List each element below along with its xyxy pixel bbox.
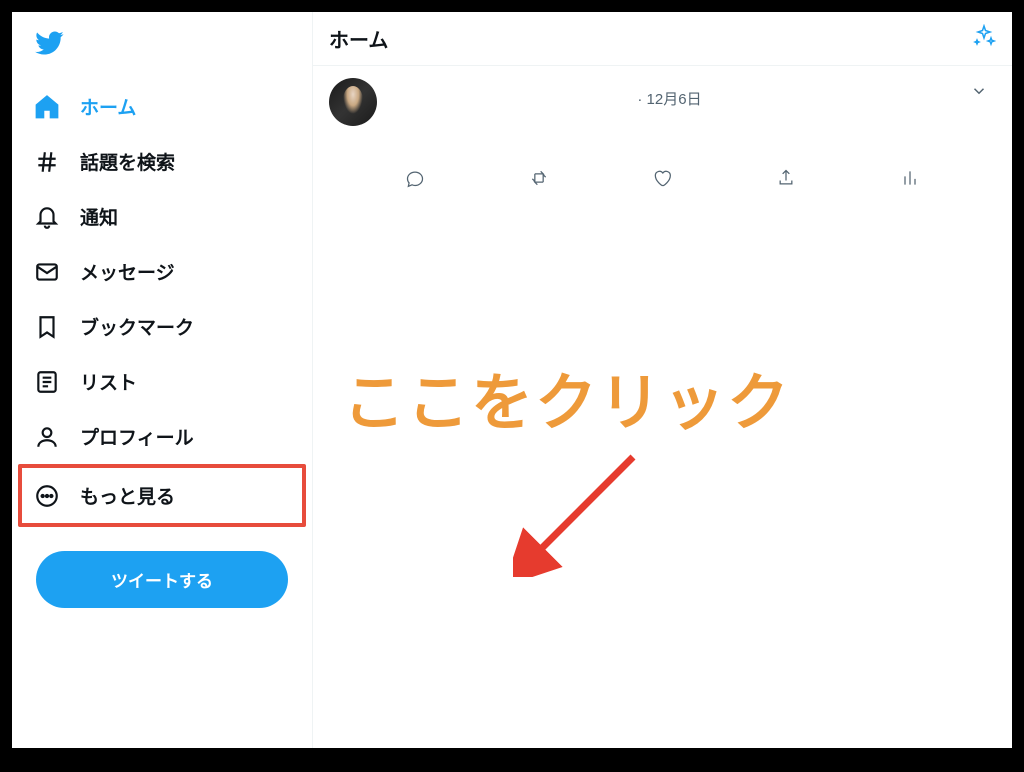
timeline-header: ホーム (313, 12, 1012, 66)
sidebar-item-label: ブックマーク (80, 313, 194, 340)
sidebar-item-label: ホーム (80, 93, 136, 120)
retweet-icon[interactable] (529, 168, 549, 188)
share-icon[interactable] (776, 168, 796, 188)
avatar[interactable] (329, 78, 377, 126)
like-icon[interactable] (652, 168, 672, 188)
tweet-button[interactable]: ツイートする (36, 551, 288, 608)
tweet-date: · 12月6日 (389, 78, 950, 109)
tweet-actions (313, 138, 1012, 202)
tweet-caret-icon[interactable] (962, 78, 996, 109)
sidebar-item-label: もっと見る (80, 482, 175, 509)
sidebar-item-bookmarks[interactable]: ブックマーク (22, 299, 302, 354)
sidebar-item-home[interactable]: ホーム (22, 79, 302, 134)
sidebar-item-explore[interactable]: 話題を検索 (22, 134, 302, 189)
sidebar-item-notifications[interactable]: 通知 (22, 189, 302, 244)
tweet-item[interactable]: · 12月6日 (313, 66, 1012, 138)
sidebar-item-label: リスト (80, 368, 137, 395)
annotation-text: ここをクリック (343, 352, 791, 442)
annotation-arrow (513, 447, 643, 577)
sidebar-item-profile[interactable]: プロフィール (22, 409, 302, 464)
app-frame: ホーム 話題を検索 通知 メッセージ ブックマーク (12, 12, 1012, 748)
page-title: ホーム (329, 24, 388, 53)
sidebar-item-more[interactable]: もっと見る (22, 468, 302, 523)
home-icon (34, 94, 60, 120)
sidebar: ホーム 話題を検索 通知 メッセージ ブックマーク (12, 12, 312, 748)
sidebar-item-label: 通知 (80, 203, 118, 230)
profile-icon (34, 424, 60, 450)
sidebar-item-label: プロフィール (80, 423, 194, 450)
sidebar-item-label: 話題を検索 (80, 148, 175, 175)
sidebar-item-messages[interactable]: メッセージ (22, 244, 302, 299)
analytics-icon[interactable] (900, 168, 920, 188)
twitter-logo[interactable] (22, 20, 302, 71)
hash-icon (34, 149, 60, 175)
annotation-highlight-box: もっと見る (18, 464, 306, 527)
list-icon (34, 369, 60, 395)
reply-icon[interactable] (405, 168, 425, 188)
bookmark-icon (34, 314, 60, 340)
sidebar-item-lists[interactable]: リスト (22, 354, 302, 409)
more-icon (34, 483, 60, 509)
envelope-icon (34, 259, 60, 285)
bell-icon (34, 204, 60, 230)
sidebar-item-label: メッセージ (80, 258, 175, 285)
sparkle-icon[interactable] (972, 24, 996, 53)
main-column: ホーム · 12月6日 (312, 12, 1012, 748)
